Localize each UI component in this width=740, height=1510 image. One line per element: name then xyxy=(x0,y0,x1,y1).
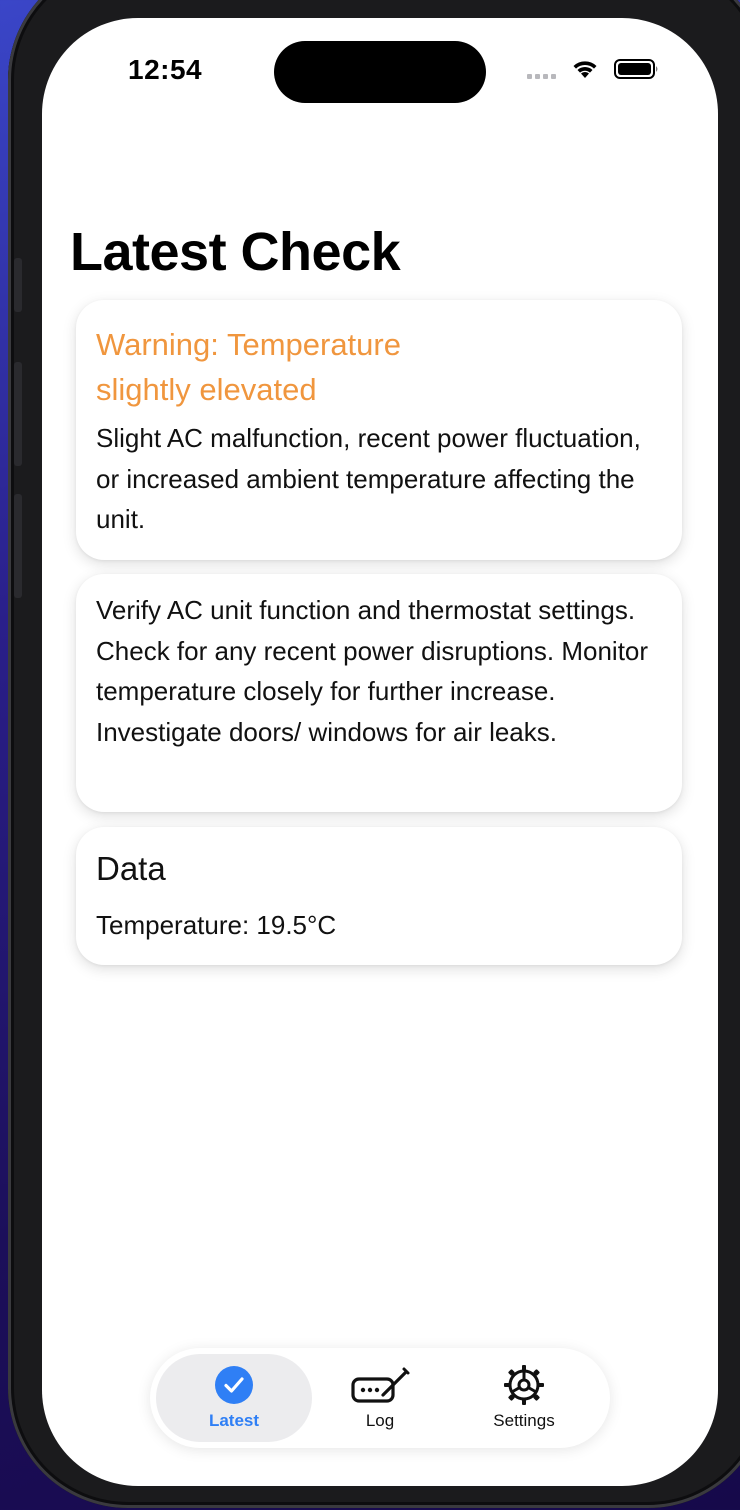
warning-title: Warning: Temperature slightly elevated xyxy=(96,327,401,407)
recommendation-card: Verify AC unit function and thermostat s… xyxy=(76,574,682,812)
data-title: Data xyxy=(96,850,166,887)
volume-up-button xyxy=(14,362,22,466)
status-description: Slight AC malfunction, recent power fluc… xyxy=(96,423,641,534)
tab-latest[interactable]: Latest xyxy=(156,1354,312,1442)
gear-icon xyxy=(502,1365,546,1405)
cellular-signal-icon xyxy=(527,59,556,79)
volume-down-button xyxy=(14,494,22,598)
checkmark-circle-icon xyxy=(214,1365,254,1405)
tab-log[interactable]: Log xyxy=(302,1354,458,1442)
app-screen: 12:54 Latest Check Warning: Temperature … xyxy=(42,18,718,1486)
data-card: Data Temperature: 19.5°C xyxy=(76,827,682,965)
status-card: Warning: Temperature slightly elevated S… xyxy=(76,300,682,560)
tab-settings[interactable]: Settings xyxy=(446,1354,602,1442)
wifi-icon xyxy=(570,58,600,80)
tab-settings-label: Settings xyxy=(493,1411,555,1430)
page-title: Latest Check xyxy=(70,222,401,282)
tab-log-label: Log xyxy=(365,1411,395,1430)
tab-latest-label: Latest xyxy=(208,1411,260,1430)
status-icons xyxy=(527,58,660,80)
temperature-reading: Temperature: 19.5°C xyxy=(96,910,337,940)
recommendation-text: Verify AC unit function and thermostat s… xyxy=(96,595,649,747)
status-time: 12:54 xyxy=(128,54,203,85)
battery-icon xyxy=(614,58,660,80)
dynamic-island xyxy=(274,41,486,103)
action-button xyxy=(14,258,22,312)
tab-bar: Latest Log Settings xyxy=(150,1348,610,1448)
keyboard-pencil-icon xyxy=(349,1365,411,1405)
